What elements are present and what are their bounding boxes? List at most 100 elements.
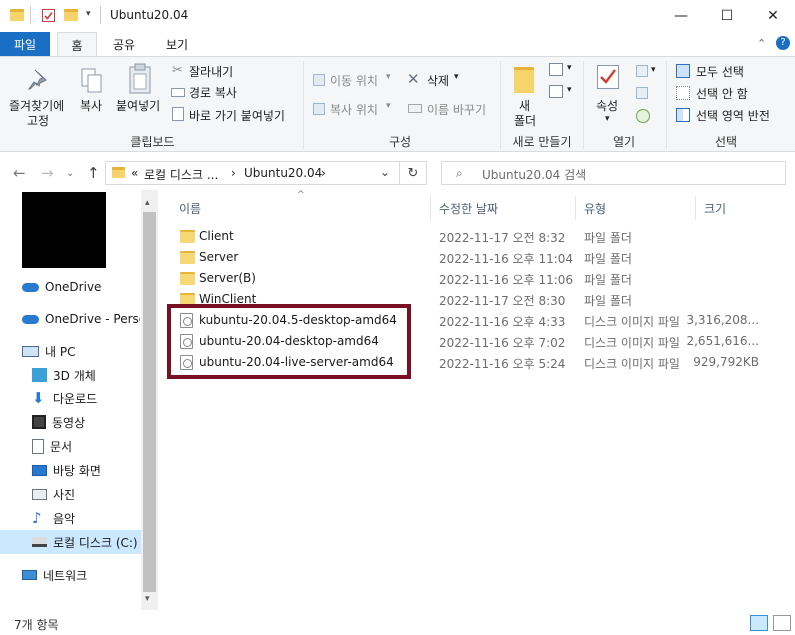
file-name: Client [199,229,234,243]
divider [303,61,304,149]
chevron-down-icon[interactable]: ▾ [567,63,572,73]
properties-label: 속성 [596,99,619,113]
nav-item-music[interactable]: ♪ 음악 [32,507,140,529]
recent-dropdown-icon[interactable]: ⌄ [66,168,74,179]
new-group-label: 새로 만들기 [512,135,572,149]
nav-item-3d-objects[interactable]: 3D 개체 [32,364,140,386]
search-input[interactable]: ⌕ Ubuntu20.04 검색 [441,161,786,185]
breadcrumb-parent[interactable]: 로컬 디스크 ... [144,166,218,183]
video-icon [32,415,46,429]
new-folder-label-2: 폴더 [514,114,537,128]
column-header-size[interactable]: 크기 [704,200,726,217]
file-size: 929,792KB [693,355,759,369]
address-dropdown-icon[interactable]: ⌄ [380,165,390,179]
refresh-button[interactable]: ↻ [400,161,427,185]
breadcrumb-separator[interactable]: › [321,166,326,180]
network-icon [22,570,37,580]
scroll-up-icon[interactable]: ▴ [145,198,150,208]
column-header-type[interactable]: 유형 [584,200,606,217]
forward-arrow-icon[interactable]: → [41,164,54,182]
file-date: 2022-11-16 오후 5:24 [439,357,566,371]
cut-label: 잘라내기 [189,65,234,79]
nav-item-desktop[interactable]: 바탕 화면 [32,459,140,481]
quick-access-dropdown-icon[interactable]: ▾ [86,9,91,19]
nav-scrollbar-thumb[interactable] [143,212,156,592]
file-list: ^ 이름 수정한 날짜 유형 크기 Client 2022-11-17 오전 8… [160,190,795,610]
minimize-button[interactable]: — [658,0,704,31]
collapse-ribbon-icon[interactable]: ⌃ [757,37,766,50]
breadcrumb-current[interactable]: Ubuntu20.04 [244,166,322,180]
file-date: 2022-11-17 오전 8:32 [439,231,566,245]
divider [430,196,431,220]
tab-view[interactable]: 보기 [155,32,199,56]
address-row: ← → ⌄ ↑ « 로컬 디스크 ... › Ubuntu20.04 › ⌄ ↻… [0,156,795,190]
copy-icon [81,68,102,93]
maximize-button[interactable]: ☐ [704,0,750,31]
breadcrumb-overflow[interactable]: « [131,166,138,180]
new-folder-quick-icon[interactable] [64,9,78,21]
nav-item-videos[interactable]: 동영상 [32,411,140,433]
nav-item-documents[interactable]: 문서 [32,435,140,457]
table-row[interactable]: Client 2022-11-17 오전 8:32 파일 폴더 [174,226,774,247]
nav-item-onedrive-personal[interactable]: OneDrive - Personal [22,308,140,330]
divider [100,6,101,24]
nav-item-pictures[interactable]: 사진 [32,483,140,505]
nav-item-label: 문서 [50,439,73,454]
easy-access-icon[interactable] [549,85,563,98]
column-header-date[interactable]: 수정한 날짜 [439,200,498,217]
up-arrow-icon[interactable]: ↑ [87,164,100,182]
select-all-icon [676,64,690,78]
select-all-label: 모두 선택 [696,65,744,79]
copy-path-icon [171,88,185,97]
address-bar[interactable]: « 로컬 디스크 ... › Ubuntu20.04 › ⌄ [105,161,400,185]
divider [695,196,696,220]
copy-to-label: 복사 위치 [330,103,378,117]
new-item-icon[interactable] [549,63,563,76]
divider [583,61,584,149]
copy-path-label: 경로 복사 [189,86,237,100]
file-date: 2022-11-16 오후 7:02 [439,336,566,350]
tab-file[interactable]: 파일 [0,32,50,56]
nav-item-label: 내 PC [45,344,76,359]
back-arrow-icon[interactable]: ← [13,164,26,182]
details-view-icon[interactable] [750,615,768,631]
tab-home[interactable]: 홈 [57,32,97,57]
nav-item-downloads[interactable]: ⬇ 다운로드 [32,387,140,409]
chevron-down-icon: ▾ [605,114,610,124]
open-icon[interactable] [636,65,648,77]
copy-label: 복사 [80,99,103,113]
close-button[interactable]: ✕ [750,0,795,31]
nav-item-local-disk[interactable]: 로컬 디스크 (C:) [0,530,141,554]
file-name: Server(B) [199,271,256,285]
scroll-down-icon[interactable]: ▾ [145,594,150,604]
nav-item-onedrive[interactable]: OneDrive [22,276,140,298]
breadcrumb-separator[interactable]: › [231,166,236,180]
file-type: 디스크 이미지 파일 [584,357,680,371]
paste-icon [129,63,151,94]
nav-item-this-pc[interactable]: 내 PC [22,340,140,362]
new-folder-icon [514,67,534,93]
file-date: 2022-11-16 오후 11:06 [439,273,574,287]
rename-icon [408,104,422,113]
folder-icon [180,230,195,243]
nav-item-label: 3D 개체 [53,368,96,383]
folder-icon [180,251,195,264]
nav-item-network[interactable]: 네트워크 [22,564,140,586]
table-row[interactable]: Server 2022-11-16 오후 11:04 파일 폴더 [174,247,774,268]
move-to-label: 이동 위치 [330,74,378,88]
chevron-down-icon[interactable]: ▾ [651,65,656,75]
chevron-down-icon[interactable]: ▾ [567,85,572,95]
large-icons-view-icon[interactable] [773,615,791,631]
divider [30,6,31,24]
edit-icon[interactable] [636,87,648,99]
help-icon[interactable]: ? [776,36,790,50]
column-header-name[interactable]: 이름 [179,200,201,217]
history-icon[interactable] [636,109,650,123]
download-icon: ⬇ [32,389,45,407]
folder-icon [180,272,195,285]
nav-item-label: 다운로드 [53,391,98,406]
table-row[interactable]: Server(B) 2022-11-16 오후 11:06 파일 폴더 [174,268,774,289]
tab-share[interactable]: 공유 [104,32,144,56]
window-title: Ubuntu20.04 [110,8,189,22]
properties-quick-icon[interactable] [42,9,55,22]
